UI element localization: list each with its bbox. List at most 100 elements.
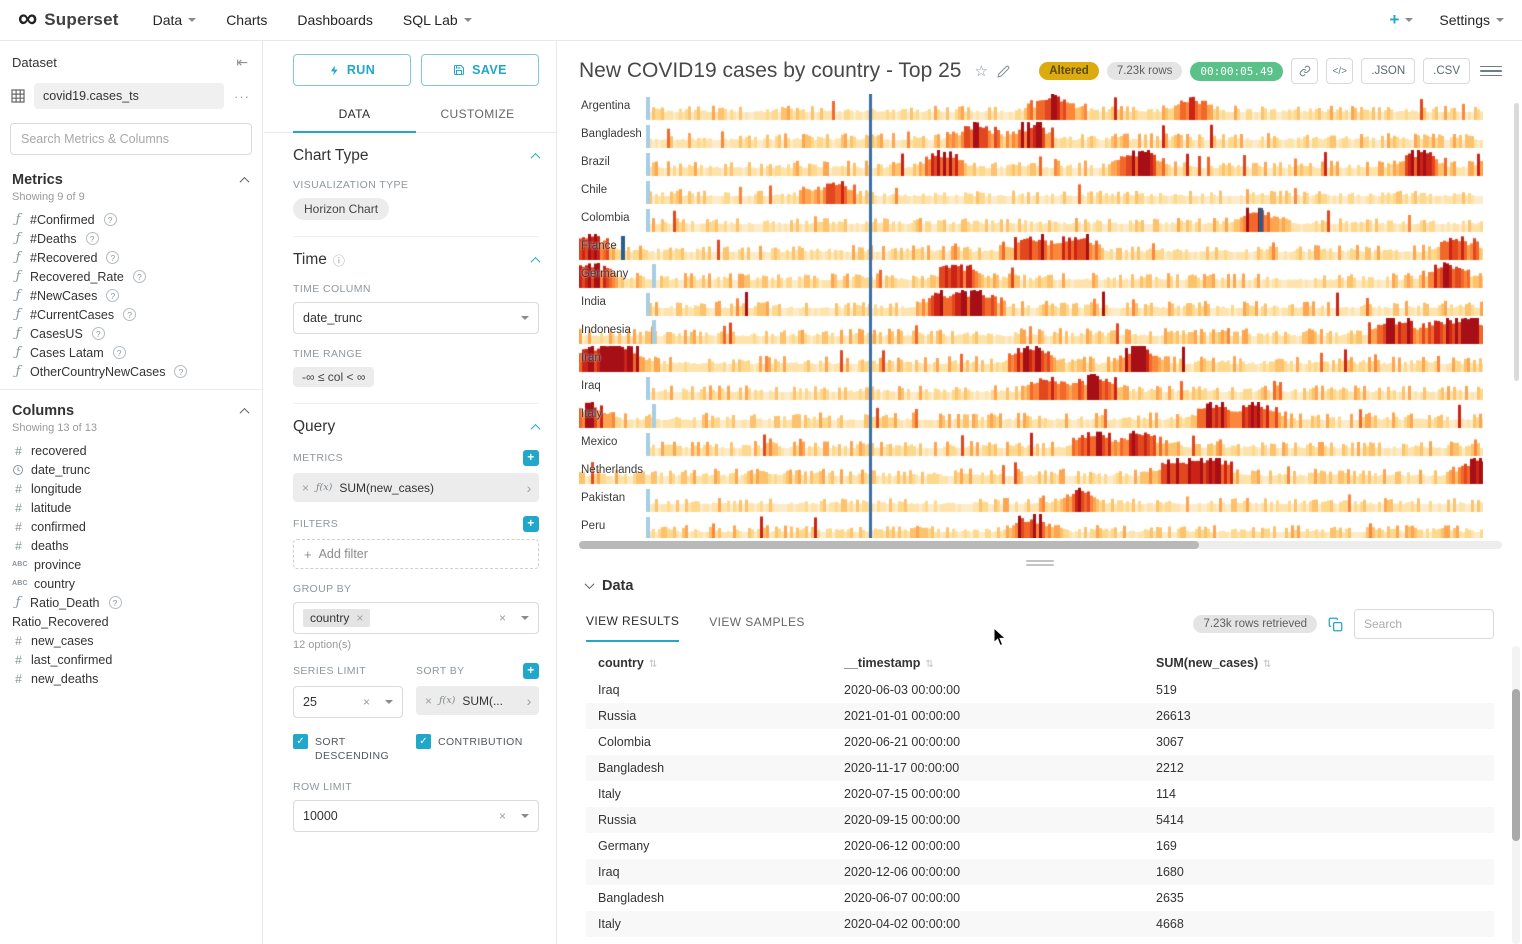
save-button[interactable]: SAVE <box>421 54 539 86</box>
tab-data[interactable]: DATA <box>293 98 416 133</box>
new-item-button[interactable]: + <box>1389 10 1413 30</box>
scrollbar-thumb[interactable] <box>579 541 1199 549</box>
copy-link-button[interactable] <box>1291 58 1318 84</box>
collapse-panel-icon[interactable]: ⇤ <box>236 54 248 71</box>
copy-to-clipboard-icon[interactable] <box>1328 617 1343 632</box>
table-grid-icon[interactable] <box>10 88 26 104</box>
metric-item[interactable]: ƒ#Deaths? <box>0 229 262 248</box>
metric-item[interactable]: ƒ#NewCases? <box>0 286 262 305</box>
column-header-country[interactable]: country⇅ <box>586 649 832 677</box>
run-button[interactable]: RUN <box>293 54 411 86</box>
table-cell: 2020-06-12 00:00:00 <box>832 833 1144 859</box>
column-item[interactable]: date_trunc <box>0 460 262 479</box>
metrics-section-header[interactable]: Metrics <box>0 159 262 189</box>
time-column-select[interactable]: date_trunc <box>293 302 539 334</box>
column-item[interactable]: #deaths <box>0 536 262 555</box>
metric-name: Cases Latam <box>30 346 104 360</box>
add-sort-by-button[interactable]: + <box>523 663 539 679</box>
nav-item-dashboards[interactable]: Dashboards <box>297 12 373 28</box>
table-cell: 519 <box>1144 677 1494 703</box>
edit-pencil-icon[interactable] <box>997 65 1010 78</box>
metrics-list: ƒ#Confirmed?ƒ#Deaths?ƒ#Recovered?ƒRecove… <box>0 210 262 381</box>
sort-descending-control: ✓ SORT DESCENDING <box>293 734 403 763</box>
metric-item[interactable]: ƒ#CurrentCases? <box>0 305 262 324</box>
metric-item[interactable]: ƒ#Recovered? <box>0 248 262 267</box>
results-search-input[interactable] <box>1354 609 1494 639</box>
nav-item-sql-lab[interactable]: SQL Lab <box>403 12 472 28</box>
column-item[interactable]: #last_confirmed <box>0 650 262 669</box>
metric-item[interactable]: ƒCases Latam? <box>0 343 262 362</box>
chart-menu-button[interactable] <box>1480 60 1502 82</box>
altered-badge[interactable]: Altered <box>1039 62 1099 80</box>
tab-customize[interactable]: CUSTOMIZE <box>416 98 539 132</box>
dataset-more-icon[interactable]: ··· <box>232 89 252 104</box>
superset-logo[interactable]: ∞ Superset <box>18 8 119 32</box>
column-header--timestamp[interactable]: __timestamp⇅ <box>832 649 1144 677</box>
favorite-star-icon[interactable]: ☆ <box>974 64 987 79</box>
metric-item[interactable]: ƒRecovered_Rate? <box>0 267 262 286</box>
table-cell: 2020-12-06 00:00:00 <box>832 859 1144 885</box>
add-metric-button[interactable]: + <box>523 450 539 466</box>
embed-code-button[interactable]: </> <box>1326 58 1353 84</box>
time-range-value[interactable]: -∞ ≤ col < ∞ <box>293 367 374 387</box>
column-item[interactable]: ABCcountry <box>0 574 262 593</box>
chevron-right-icon[interactable]: › <box>519 686 539 715</box>
clear-icon[interactable]: × <box>499 612 506 624</box>
nav-item-charts[interactable]: Charts <box>226 12 267 28</box>
column-header-sum-new-cases-[interactable]: SUM(new_cases)⇅ <box>1144 649 1494 677</box>
export-json-button[interactable]: .JSON <box>1361 58 1415 84</box>
chart-vertical-scrollbar[interactable] <box>1514 103 1519 381</box>
remove-metric-icon[interactable]: × <box>302 482 309 494</box>
sort-by-chip[interactable]: × ƒ(x) SUM(... › <box>416 686 539 715</box>
clear-icon[interactable]: × <box>499 810 506 822</box>
column-item[interactable]: ƒRatio_Death? <box>0 593 262 612</box>
horizon-chart-canvas[interactable] <box>579 94 1483 538</box>
add-filter-button[interactable]: + <box>523 516 539 532</box>
clear-icon[interactable]: × <box>363 696 370 708</box>
sort-descending-checkbox[interactable]: ✓ <box>293 734 308 749</box>
remove-sort-by-icon[interactable]: × <box>425 695 432 707</box>
time-header[interactable]: Time ⓘ <box>293 251 539 269</box>
function-icon: ƒ <box>12 326 24 341</box>
table-row: Italy2020-04-02 00:00:004668 <box>586 911 1494 937</box>
metric-item[interactable]: ƒCasesUS? <box>0 324 262 343</box>
column-item[interactable]: #confirmed <box>0 517 262 536</box>
horizon-row-label: Netherlands <box>581 464 643 476</box>
query-header[interactable]: Query <box>293 418 539 436</box>
chart-type-header[interactable]: Chart Type <box>293 147 539 165</box>
column-item[interactable]: #longitude <box>0 479 262 498</box>
text-type-icon: ABC <box>12 561 28 568</box>
chevron-right-icon[interactable]: › <box>519 473 539 502</box>
column-item[interactable]: Ratio_Recovered <box>0 612 262 631</box>
export-csv-button[interactable]: .CSV <box>1423 58 1470 84</box>
columns-section-header[interactable]: Columns <box>0 390 262 420</box>
nav-item-data[interactable]: Data <box>153 12 197 28</box>
row-limit-select[interactable]: 10000 × <box>293 800 539 832</box>
column-item[interactable]: ABCprovince <box>0 555 262 574</box>
column-item[interactable]: #new_cases <box>0 631 262 650</box>
row-limit-label: ROW LIMIT <box>293 781 539 793</box>
series-limit-select[interactable]: 25 × <box>293 686 403 718</box>
metric-chip[interactable]: × ƒ(x) SUM(new_cases) › <box>293 473 539 502</box>
dataset-name[interactable]: covid19.cases_ts <box>34 83 224 109</box>
column-item[interactable]: #latitude <box>0 498 262 517</box>
add-filter-dropzone[interactable]: + Add filter <box>293 539 539 569</box>
contribution-checkbox[interactable]: ✓ <box>416 734 431 749</box>
group-by-select[interactable]: country × × <box>293 602 539 634</box>
results-scrollbar-thumb[interactable] <box>1512 689 1520 841</box>
viz-type-value[interactable]: Horizon Chart <box>293 198 389 220</box>
metric-item[interactable]: ƒOtherCountryNewCases? <box>0 362 262 381</box>
column-header-label: __timestamp <box>844 656 920 670</box>
column-item[interactable]: #recovered <box>0 441 262 460</box>
table-cell: 3067 <box>1144 729 1494 755</box>
search-metrics-input[interactable] <box>10 123 252 155</box>
group-by-tag[interactable]: country × <box>303 609 370 627</box>
results-section-header[interactable]: Data <box>586 578 1494 594</box>
tab-view-samples[interactable]: VIEW SAMPLES <box>709 615 805 641</box>
metric-item[interactable]: ƒ#Confirmed? <box>0 210 262 229</box>
column-item[interactable]: #new_deaths <box>0 669 262 688</box>
settings-menu[interactable]: Settings <box>1439 12 1504 28</box>
panel-resize-handle[interactable] <box>1026 560 1054 566</box>
tab-view-results[interactable]: VIEW RESULTS <box>586 614 679 642</box>
remove-group-by-icon[interactable]: × <box>356 612 363 624</box>
